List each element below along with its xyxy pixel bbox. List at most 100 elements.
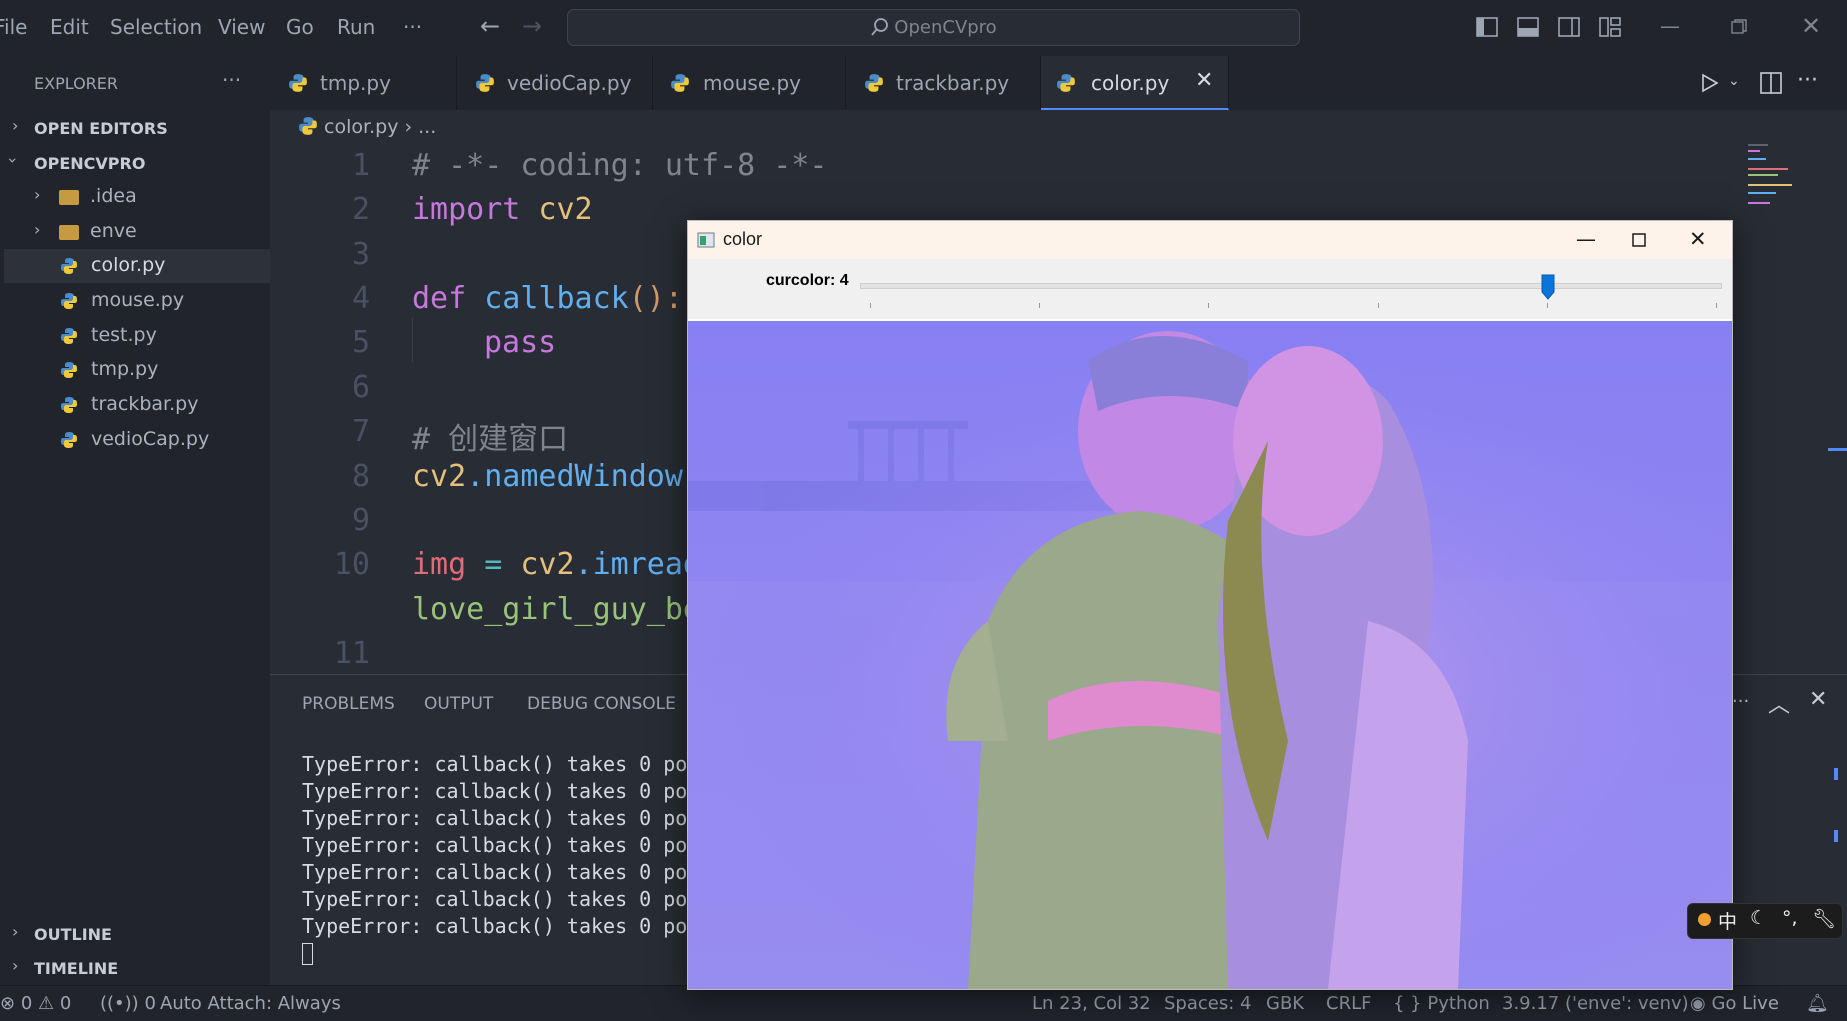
toggle-secondary-sidebar-icon[interactable] (1558, 17, 1580, 37)
close-panel-icon[interactable]: ✕ (1809, 687, 1827, 712)
tree-item-idea[interactable]: › .idea (0, 180, 270, 214)
run-dropdown-icon[interactable]: ⌄ (1728, 73, 1740, 89)
maximize-panel-icon[interactable]: ︿ (1768, 687, 1790, 719)
cv-window-titlebar[interactable]: color — ✕ (688, 221, 1732, 259)
trackbar-tick (1716, 303, 1717, 308)
tree-item-trackbar-py[interactable]: trackbar.py (0, 388, 270, 422)
python-icon (61, 362, 77, 378)
python-icon (299, 117, 317, 135)
line-number: 5 (351, 325, 370, 360)
menu-file[interactable]: File (0, 15, 27, 39)
line-ending[interactable]: CRLF (1326, 993, 1371, 1014)
chevron-right-icon: › (34, 185, 41, 204)
chevron-down-icon: › (3, 157, 23, 164)
explorer-more-icon[interactable]: ··· (222, 68, 241, 92)
tab-trackbar-py[interactable]: trackbar.py (846, 56, 1041, 110)
tab-debug-console[interactable]: DEBUG CONSOLE (527, 694, 676, 714)
line-number: 4 (351, 281, 370, 316)
tab-mouse-py[interactable]: mouse.py (653, 56, 846, 110)
menu-run[interactable]: Run (337, 15, 375, 39)
indentation[interactable]: Spaces: 4 (1164, 993, 1251, 1014)
ime-status-icon[interactable] (1698, 913, 1711, 926)
ports-indicator[interactable]: ((•)) 0 (100, 993, 156, 1014)
menu-edit[interactable]: Edit (50, 15, 89, 39)
chevron-right-icon: › (12, 922, 19, 941)
minimize-icon[interactable]: — (1576, 227, 1596, 251)
terminal-line: TypeError: callback() takes 0 po (302, 860, 688, 884)
breadcrumb-file[interactable]: color.py (324, 116, 398, 138)
moon-icon[interactable]: ☾ (1750, 907, 1767, 929)
error-icon: ⊗ (0, 993, 16, 1014)
python-icon (865, 74, 883, 92)
back-arrow-icon[interactable]: ← (480, 12, 500, 40)
python-icon (289, 74, 307, 92)
breadcrumb-symbol[interactable]: ... (418, 116, 436, 138)
tree-item-vediocap-py[interactable]: vedioCap.py (0, 423, 270, 457)
maximize-icon[interactable] (1632, 233, 1646, 247)
tab-vediocap-py[interactable]: vedioCap.py (457, 56, 653, 110)
outline-section[interactable]: › OUTLINE (0, 917, 270, 951)
code-line-5: pass (484, 325, 557, 360)
run-icon[interactable] (1700, 73, 1720, 93)
punctuation-icon[interactable]: °, (1782, 907, 1798, 929)
broadcast-icon: ◉ (1690, 993, 1706, 1014)
tree-item-tmp-py[interactable]: tmp.py (0, 353, 270, 387)
close-tab-icon[interactable]: ✕ (1195, 68, 1213, 93)
tree-item-mouse-py[interactable]: mouse.py (0, 284, 270, 318)
menu-selection[interactable]: Selection (110, 15, 202, 39)
restore-icon[interactable] (1731, 19, 1747, 35)
processed-image (688, 321, 1732, 989)
tree-item-color-py[interactable]: color.py (4, 249, 270, 283)
cursor-position[interactable]: Ln 23, Col 32 (1032, 993, 1151, 1014)
trackbar-tick (1039, 303, 1041, 308)
tab-color-py[interactable]: color.py ✕ (1041, 56, 1229, 110)
ime-toolbar: 中 ☾ °, 🔧︎ (1687, 903, 1843, 939)
tab-problems[interactable]: PROBLEMS (302, 694, 395, 714)
customize-layout-icon[interactable] (1599, 17, 1621, 37)
more-actions-icon[interactable]: ··· (1797, 68, 1818, 93)
notifications-bell-icon[interactable]: 🔔︎ (1806, 993, 1829, 1014)
chevron-right-icon: › (34, 220, 41, 239)
trackbar-tick (1377, 303, 1379, 308)
problems-indicator[interactable]: ⊗ 0 ⚠ 0 (0, 993, 71, 1014)
line-number: 7 (351, 414, 370, 449)
cv-window-title: color (723, 229, 763, 249)
menu-more[interactable]: ··· (403, 15, 422, 39)
language-mode[interactable]: { } Python (1393, 993, 1490, 1014)
python-icon (61, 397, 77, 413)
tree-item-enve[interactable]: › enve (0, 215, 270, 249)
menu-view[interactable]: View (218, 15, 265, 39)
forward-arrow-icon[interactable]: → (522, 12, 542, 40)
ime-mode-toggle[interactable]: 中 (1718, 907, 1737, 934)
toggle-panel-icon[interactable] (1517, 17, 1539, 37)
opencv-window: color — ✕ curcolor: 4 (687, 220, 1733, 990)
auto-attach-status[interactable]: Auto Attach: Always (160, 993, 341, 1014)
trackbar-area: curcolor: 4 (688, 259, 1732, 319)
more-icon[interactable]: ··· (1732, 691, 1749, 712)
project-section[interactable]: › OPENCVPRO (0, 146, 270, 180)
go-live-button[interactable]: ◉ Go Live (1690, 993, 1779, 1014)
split-editor-icon[interactable] (1760, 72, 1782, 94)
editor-tab-bar: tmp.py vedioCap.py mouse.py trackbar.py … (270, 56, 1847, 110)
open-editors-section[interactable]: › OPEN EDITORS (0, 111, 270, 145)
minimize-icon[interactable]: — (1660, 14, 1680, 38)
tab-output[interactable]: OUTPUT (424, 694, 493, 714)
menu-go[interactable]: Go (286, 15, 314, 39)
trackbar-thumb[interactable] (1541, 274, 1555, 300)
line-number: 1 (351, 148, 370, 183)
toggle-primary-sidebar-icon[interactable] (1476, 17, 1498, 37)
braces-icon: { } (1393, 993, 1422, 1014)
encoding[interactable]: GBK (1266, 993, 1304, 1014)
wrench-icon[interactable]: 🔧︎ (1812, 907, 1836, 930)
command-center-search[interactable]: OpenCVpro (567, 9, 1300, 46)
tab-tmp-py[interactable]: tmp.py (270, 56, 457, 110)
line-number: 10 (333, 547, 370, 582)
terminal-line: TypeError: callback() takes 0 po (302, 914, 688, 938)
close-window-icon[interactable]: ✕ (1689, 227, 1707, 251)
python-interpreter[interactable]: 3.9.17 ('enve': venv) (1502, 993, 1689, 1014)
close-window-icon[interactable]: ✕ (1801, 12, 1821, 40)
trackbar-track[interactable] (860, 283, 1722, 289)
tree-item-test-py[interactable]: test.py (0, 319, 270, 353)
timeline-section[interactable]: › TIMELINE (0, 951, 270, 985)
minimap[interactable] (1745, 140, 1805, 210)
